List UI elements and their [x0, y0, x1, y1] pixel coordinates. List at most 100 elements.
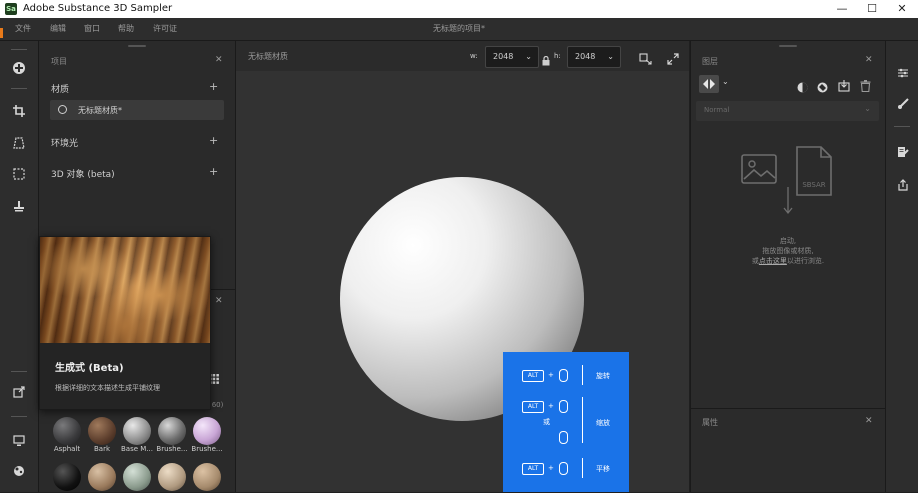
empty-state-text: 启动, 拖放图像或材质, 或点击这里以进行浏览.	[691, 236, 885, 266]
crop-icon[interactable]	[9, 101, 29, 121]
arrow-down-icon	[783, 187, 793, 215]
empty-line-3-suffix: 以进行浏览.	[786, 257, 825, 265]
width-label: w:	[470, 52, 478, 60]
divider	[582, 458, 583, 478]
height-select[interactable]: 2048 ⌄	[567, 46, 621, 68]
divider	[11, 416, 27, 417]
material-name: 无标题材质*	[78, 106, 122, 115]
import-layer-icon[interactable]	[838, 77, 850, 92]
tiling-icon[interactable]	[9, 164, 29, 184]
section-environment[interactable]: 环境光	[51, 136, 78, 149]
blend-mode-value: Normal	[704, 106, 730, 114]
generative-feature-card[interactable]: 生成式 (Beta) 根据详细的文本描述生成平铺纹理	[39, 236, 211, 410]
close-panel-button[interactable]: ✕	[865, 55, 873, 65]
blend-mode-select[interactable]: Normal ⌄	[696, 101, 879, 121]
empty-line-3-prefix: 或	[751, 257, 759, 265]
pan-label: 平移	[596, 465, 610, 473]
close-properties-button[interactable]: ✕	[865, 416, 873, 426]
environment-icon[interactable]	[9, 461, 29, 481]
asset-thumbnail	[158, 417, 186, 445]
asset-brushed-2[interactable]: Brushe...	[190, 417, 224, 453]
left-toolbar	[0, 41, 39, 492]
menu-help[interactable]: 帮助	[118, 18, 134, 40]
panel-title: 图层	[702, 57, 718, 66]
display-settings-icon[interactable]	[9, 431, 29, 451]
section-materials[interactable]: 材质	[51, 82, 69, 95]
asset-thumbnail[interactable]	[193, 463, 221, 491]
menu-file[interactable]: 文件	[15, 18, 31, 40]
asset-row	[50, 463, 230, 493]
menu-bar: 无标题的项目* 文件 编辑 窗口 帮助 许可证	[0, 18, 918, 41]
chevron-down-icon[interactable]: ⌄	[722, 77, 729, 86]
layer-compare-button[interactable]	[699, 75, 719, 93]
export-icon[interactable]	[9, 382, 29, 402]
mouse-middle-icon	[559, 462, 568, 475]
adjustments-icon[interactable]	[893, 63, 913, 83]
close-assets-button[interactable]: ✕	[215, 296, 223, 306]
lock-icon[interactable]	[542, 51, 550, 66]
divider	[11, 371, 27, 372]
asset-asphalt[interactable]: Asphalt	[50, 417, 84, 453]
feature-description: 根据详细的文本描述生成平铺纹理	[55, 384, 160, 392]
add-environment-button[interactable]: +	[209, 134, 218, 147]
project-title: 无标题的项目*	[433, 24, 485, 33]
browse-link[interactable]: 点击这里	[759, 257, 787, 265]
minimize-button[interactable]: —	[834, 1, 850, 17]
view-mode-icon[interactable]	[639, 50, 652, 65]
sbsar-file-icon: SBSAR	[795, 145, 833, 197]
menu-edit[interactable]: 编辑	[50, 18, 66, 40]
divider	[582, 397, 583, 443]
rotate-label: 旋转	[596, 372, 610, 380]
edit-document-icon[interactable]	[893, 142, 913, 162]
delete-icon[interactable]	[860, 77, 871, 93]
panel-grip[interactable]	[128, 45, 146, 47]
chevron-down-icon: ⌄	[864, 104, 871, 113]
sbsar-label: SBSAR	[802, 181, 826, 189]
panel-grip[interactable]	[779, 45, 797, 47]
width-select[interactable]: 2048 ⌄	[485, 46, 539, 68]
asset-thumbnail[interactable]	[158, 463, 186, 491]
mouse-left-icon	[559, 369, 568, 382]
maximize-button[interactable]: ☐	[864, 1, 880, 17]
divider	[11, 49, 27, 50]
add-3d-object-button[interactable]: +	[209, 165, 218, 178]
menu-window[interactable]: 窗口	[84, 18, 100, 40]
height-value: 2048	[575, 52, 596, 61]
menu-license[interactable]: 许可证	[153, 18, 177, 40]
asset-thumbnail[interactable]	[53, 463, 81, 491]
close-panel-button[interactable]: ✕	[215, 55, 223, 65]
divider	[894, 126, 910, 127]
alt-key: ALT	[522, 370, 544, 382]
stamp-icon[interactable]	[9, 196, 29, 216]
close-window-button[interactable]: ✕	[894, 1, 910, 17]
asset-count: (60)	[209, 401, 224, 409]
asset-bark[interactable]: Bark	[85, 417, 119, 453]
divider	[11, 88, 27, 89]
material-list-item[interactable]: 无标题材质*	[50, 100, 224, 120]
fill-layer-icon[interactable]	[817, 78, 828, 93]
plus-sign: +	[548, 371, 554, 379]
fullscreen-icon[interactable]	[667, 50, 679, 65]
perspective-icon[interactable]	[9, 133, 29, 153]
edge-accent	[0, 28, 3, 38]
share-export-icon[interactable]	[893, 175, 913, 195]
width-value: 2048	[493, 52, 514, 61]
asset-base-material[interactable]: Base M...	[120, 417, 154, 453]
brush-icon[interactable]	[893, 94, 913, 114]
asset-label: Base M...	[121, 445, 153, 453]
height-label: h:	[554, 52, 561, 60]
asset-brushed-1[interactable]: Brushe...	[155, 417, 189, 453]
empty-line-2: 拖放图像或材质,	[762, 247, 814, 255]
add-icon[interactable]	[9, 58, 29, 78]
title-bar: Sa Adobe Substance 3D Sampler — ☐ ✕	[0, 0, 918, 18]
viewport-header: 无标题材质 w: 2048 ⌄ h: 2048 ⌄	[236, 41, 689, 71]
plus-sign: +	[548, 402, 554, 410]
chevron-down-icon: ⌄	[607, 52, 614, 61]
asset-thumbnail[interactable]	[123, 463, 151, 491]
asset-thumbnail	[193, 417, 221, 445]
add-material-button[interactable]: +	[209, 80, 218, 93]
mask-icon[interactable]	[797, 78, 808, 93]
section-3d-objects[interactable]: 3D 对象 (beta)	[51, 167, 115, 180]
material-status-icon	[58, 105, 67, 114]
asset-thumbnail[interactable]	[88, 463, 116, 491]
